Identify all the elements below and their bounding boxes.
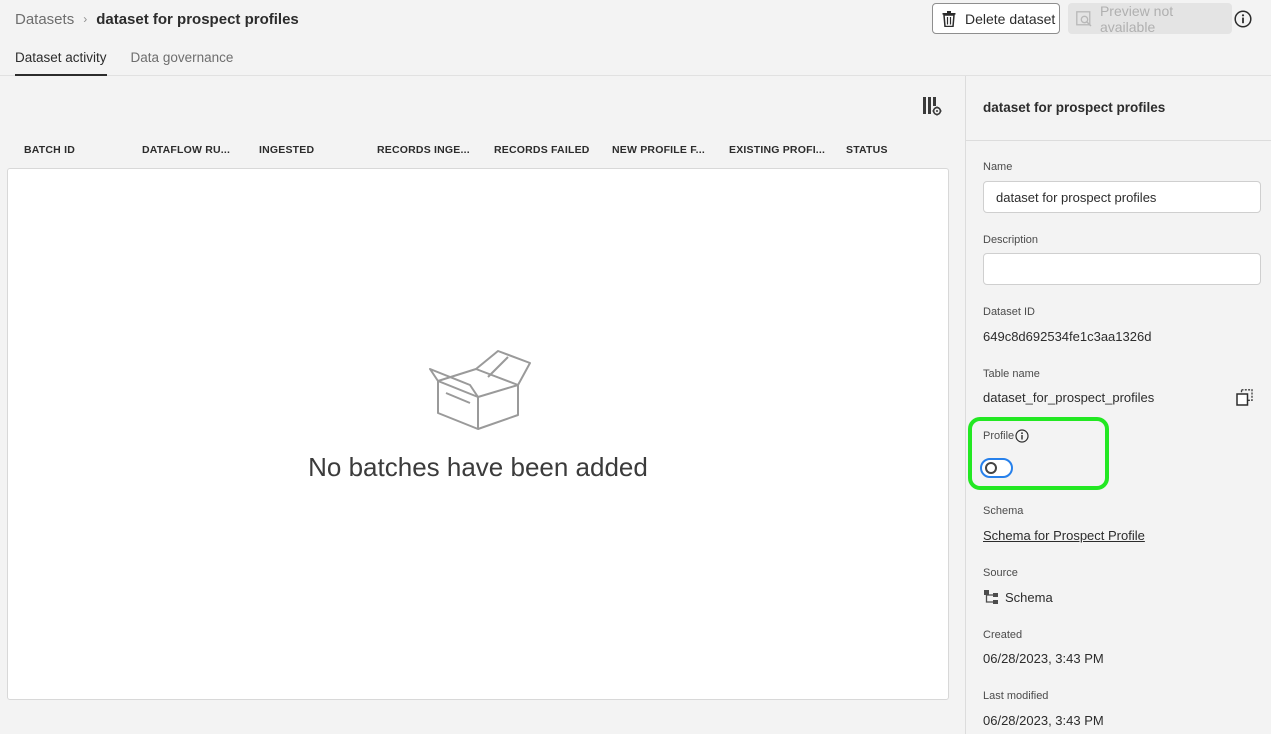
created-value: 06/28/2023, 3:43 PM — [983, 651, 1104, 666]
column-header-ingested[interactable]: INGESTED — [259, 144, 314, 156]
column-header-dataflow-run[interactable]: DATAFLOW RU... — [142, 144, 230, 156]
last-modified-value: 06/28/2023, 3:43 PM — [983, 713, 1104, 728]
name-field[interactable] — [983, 181, 1261, 213]
description-field[interactable] — [983, 253, 1261, 285]
column-header-existing-profile-fragments[interactable]: EXISTING PROFI... — [729, 144, 825, 156]
column-header-records-failed[interactable]: RECORDS FAILED — [494, 144, 590, 156]
preview-icon — [1076, 10, 1092, 27]
column-header-new-profile-fragments[interactable]: NEW PROFILE F... — [612, 144, 705, 156]
breadcrumb-separator: › — [83, 12, 88, 26]
column-header-status[interactable]: STATUS — [846, 144, 888, 156]
dataset-id-value: 649c8d692534fe1c3aa1326d — [983, 329, 1152, 344]
preview-label: Preview not available — [1099, 2, 1174, 35]
panel-title: dataset for prospect profiles — [983, 100, 1166, 115]
table-name-label: Table name — [983, 368, 1040, 380]
page-title: dataset for prospect profiles — [96, 10, 299, 28]
table-name-value: dataset_for_prospect_profiles — [983, 390, 1155, 405]
profile-toggle-knob — [985, 462, 997, 474]
description-label: Description — [983, 234, 1039, 246]
created-label: Created — [983, 629, 1023, 641]
profile-highlight — [968, 417, 1109, 490]
column-settings-icon[interactable] — [922, 96, 942, 116]
column-header-batch-id[interactable]: BATCH ID — [24, 144, 75, 156]
tab-data-governance[interactable]: Data governance — [131, 50, 234, 76]
source-icon — [984, 590, 998, 604]
name-label: Name — [983, 161, 1013, 173]
panel-divider — [966, 140, 1271, 141]
tab-bar: Dataset activity Data governance — [15, 50, 257, 76]
profile-label: Profile — [983, 430, 1015, 442]
info-icon[interactable] — [1015, 429, 1029, 443]
delete-dataset-button[interactable]: Delete dataset — [932, 3, 1060, 34]
delete-dataset-label: Delete dataset — [965, 10, 1056, 27]
breadcrumb-datasets-link[interactable]: Datasets — [15, 11, 74, 28]
last-modified-label: Last modified — [983, 690, 1049, 702]
info-icon[interactable] — [1234, 10, 1252, 28]
table-header: BATCH ID DATAFLOW RU... INGESTED RECORDS… — [8, 144, 948, 160]
breadcrumb: Datasets › dataset for prospect profiles — [15, 9, 299, 29]
page-header: Datasets › dataset for prospect profiles… — [0, 0, 1271, 76]
dataset-id-label: Dataset ID — [983, 306, 1035, 318]
copy-icon[interactable] — [1236, 389, 1253, 406]
column-header-records-ingested[interactable]: RECORDS INGE... — [377, 144, 470, 156]
schema-link[interactable]: Schema for Prospect Profile — [983, 528, 1145, 543]
batches-table-body: No batches have been added — [7, 168, 949, 700]
profile-toggle[interactable] — [980, 458, 1013, 478]
empty-box-icon — [429, 350, 531, 430]
trash-icon — [942, 10, 956, 27]
preview-button: Preview not available — [1068, 2, 1232, 35]
source-label: Source — [983, 567, 1018, 579]
schema-label: Schema — [983, 505, 1024, 517]
tab-dataset-activity[interactable]: Dataset activity — [15, 50, 107, 76]
empty-state-message: No batches have been added — [308, 452, 648, 482]
source-value: Schema — [1005, 590, 1053, 605]
